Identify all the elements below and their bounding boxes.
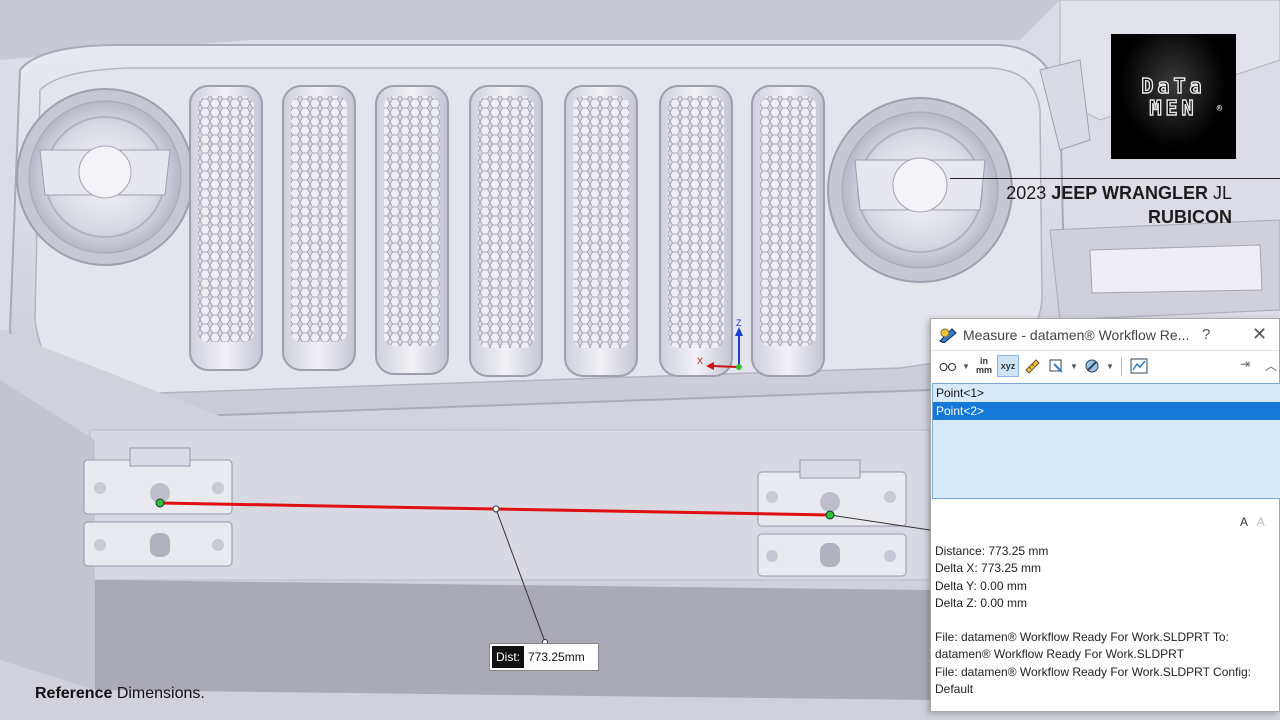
sensor-icon[interactable] bbox=[1081, 355, 1103, 377]
triad-x-label: X bbox=[697, 356, 703, 366]
sensor-options-caret[interactable]: ▼ bbox=[1105, 362, 1115, 371]
measure-titlebar[interactable]: Measure - datamen® Workflow Re... ? ✕ bbox=[931, 319, 1279, 351]
distance-callout[interactable]: Dist: 773.25mm bbox=[489, 643, 599, 671]
left-headlight bbox=[16, 88, 194, 266]
result-delta-x: Delta X: 773.25 mm bbox=[935, 561, 1042, 576]
result-file-line-4: Default bbox=[935, 682, 974, 697]
result-delta-z: Delta Z: 0.00 mm bbox=[935, 595, 1028, 610]
units-mm-label: mm bbox=[975, 365, 992, 375]
right-headlight bbox=[827, 97, 1013, 283]
measure-title: Measure - datamen® Workflow Re... bbox=[963, 326, 1190, 343]
point-2-marker[interactable] bbox=[825, 510, 835, 520]
projection-options-caret[interactable]: ▼ bbox=[1069, 362, 1079, 371]
vehicle-trim-suffix: JL bbox=[1212, 183, 1232, 203]
logo-line2: MEN bbox=[1149, 95, 1198, 120]
xyz-label: xyz bbox=[1000, 361, 1016, 371]
datamen-logo: DaTa MEN ® bbox=[1111, 34, 1236, 159]
arc-options-caret[interactable]: ▼ bbox=[961, 362, 971, 371]
increase-font-icon[interactable]: A bbox=[1240, 515, 1247, 529]
arc-circle-icon[interactable] bbox=[937, 355, 959, 377]
reference-caption: Reference Dimensions. bbox=[35, 685, 205, 703]
close-button[interactable]: ✕ bbox=[1252, 324, 1267, 345]
measure-results: Distance: 773.25 mm Delta X: 773.25 mm D… bbox=[935, 543, 1279, 698]
result-distance: Distance: 773.25 mm bbox=[935, 544, 1049, 558]
toolbar-separator bbox=[1121, 357, 1122, 375]
result-file-line-1: File: datamen® Workflow Ready For Work.S… bbox=[935, 630, 1229, 645]
vehicle-trim: RUBICON bbox=[1148, 207, 1232, 227]
history-icon[interactable] bbox=[1128, 355, 1150, 377]
collapse-icon[interactable]: ︿ bbox=[1265, 357, 1277, 374]
result-file-line-3: File: datamen® Workflow Ready For Work.S… bbox=[935, 664, 1252, 679]
point-to-point-icon[interactable] bbox=[1021, 355, 1043, 377]
result-delta-y: Delta Y: 0.00 mm bbox=[935, 578, 1027, 593]
selection-point-1[interactable]: Point<1> bbox=[933, 384, 1280, 402]
logo-line1: DaTa bbox=[1141, 73, 1206, 98]
measure-panel: Measure - datamen® Workflow Re... ? ✕ ▼ … bbox=[930, 318, 1280, 712]
grille-slots bbox=[189, 85, 825, 377]
units-icon[interactable]: in mm bbox=[973, 355, 995, 377]
vehicle-year: 2023 bbox=[1006, 183, 1047, 203]
measure-toolbar: ▼ in mm xyz ▼ ▼ ⇥ ︿ bbox=[931, 351, 1279, 381]
selection-point-2[interactable]: Point<2> bbox=[933, 402, 1280, 420]
callout-value: 773.25mm bbox=[528, 650, 585, 664]
callout-key: Dist: bbox=[492, 646, 524, 668]
projection-icon[interactable] bbox=[1045, 355, 1067, 377]
title-divider bbox=[950, 178, 1280, 179]
decrease-font-icon[interactable]: A bbox=[1257, 515, 1265, 529]
caption-bold: Reference bbox=[35, 685, 113, 702]
font-size-buttons: A A bbox=[1240, 515, 1265, 529]
result-file-line-2: datamen® Workflow Ready For Work.SLDPRT bbox=[935, 647, 1184, 662]
help-button[interactable]: ? bbox=[1202, 326, 1210, 343]
triad-z-label: Z bbox=[736, 318, 742, 328]
point-1-marker[interactable] bbox=[155, 498, 165, 508]
caption-rest: Dimensions. bbox=[112, 685, 205, 702]
vehicle-make-model: JEEP WRANGLER bbox=[1051, 183, 1208, 203]
selection-list[interactable]: Point<1> Point<2> bbox=[932, 383, 1280, 499]
xyz-icon[interactable]: xyz bbox=[997, 355, 1019, 377]
measure-tool-icon bbox=[939, 327, 957, 343]
pin-icon[interactable]: ⇥ bbox=[1240, 357, 1250, 371]
vehicle-title: 2023 JEEP WRANGLER JL RUBICON bbox=[1006, 181, 1232, 229]
midpoint-marker bbox=[492, 505, 500, 513]
logo-registered-mark: ® bbox=[1216, 104, 1222, 114]
